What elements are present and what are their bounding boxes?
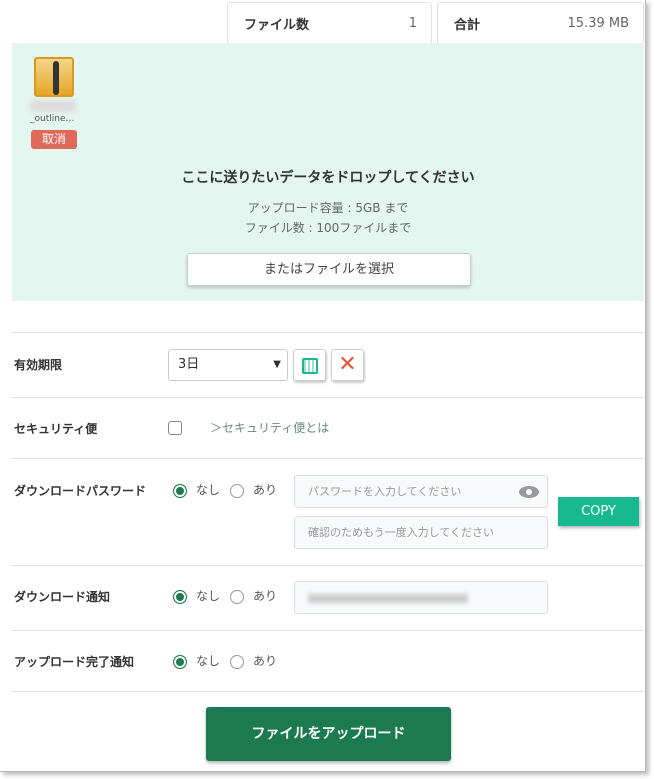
calendar-button[interactable] xyxy=(293,349,326,381)
upload-notify-none-radio[interactable] xyxy=(173,655,187,669)
total-label: 合計 xyxy=(454,18,481,33)
password-confirm-input[interactable]: 確認のためもう一度入力してください xyxy=(294,516,548,549)
divider xyxy=(12,565,644,566)
file-count-value: 1 xyxy=(408,16,417,31)
notify-email-input[interactable] xyxy=(294,581,548,614)
password-yes-radio[interactable] xyxy=(230,484,244,498)
password-yes-label: あり xyxy=(253,483,278,497)
chevron-down-icon: ▼ xyxy=(273,359,281,370)
upload-notify-none-label: なし xyxy=(196,654,221,668)
capacity-note: アップロード容量 : 5GB まで xyxy=(247,201,409,215)
upload-notify-label: アップロード完了通知 xyxy=(14,655,135,669)
upload-notify-yes-radio[interactable] xyxy=(230,655,244,669)
password-confirm-placeholder: 確認のためもう一度入力してください xyxy=(308,526,495,539)
password-label: ダウンロードパスワード xyxy=(14,484,147,498)
file-name: _outline… xyxy=(30,114,75,124)
upload-notify-yes-label: あり xyxy=(253,654,278,668)
select-file-button[interactable]: またはファイルを選択 xyxy=(187,253,471,286)
eye-icon[interactable] xyxy=(519,486,539,498)
file-count-label: ファイル数 xyxy=(244,18,310,33)
expiry-select[interactable]: 3日 ▼ xyxy=(168,349,288,381)
file-count-stat: ファイル数 1 xyxy=(227,2,432,44)
password-input[interactable]: パスワードを入力してください xyxy=(294,475,548,508)
divider xyxy=(12,630,644,631)
download-notify-none-radio[interactable] xyxy=(173,590,187,604)
calendar-icon xyxy=(301,357,318,374)
copy-button[interactable]: COPY xyxy=(558,497,639,526)
password-none-label: なし xyxy=(196,483,221,497)
divider xyxy=(12,458,644,459)
cancel-file-button[interactable]: 取消 xyxy=(31,130,77,149)
max-files-note: ファイル数 : 100ファイルまで xyxy=(244,221,412,235)
close-icon: ✕ xyxy=(338,352,357,377)
drop-title: ここに送りたいデータをドロップしてください xyxy=(181,170,475,186)
download-notify-none-label: なし xyxy=(196,589,221,603)
download-notify-yes-radio[interactable] xyxy=(230,590,244,604)
divider xyxy=(12,691,644,692)
expiry-value: 3日 xyxy=(178,357,200,372)
download-notify-yes-label: あり xyxy=(253,589,278,603)
divider xyxy=(12,397,644,398)
zip-file-icon xyxy=(34,57,74,97)
upload-button[interactable]: ファイルをアップロード xyxy=(206,707,451,761)
password-placeholder: パスワードを入力してください xyxy=(308,485,462,498)
drop-zone[interactable]: _outline… 取消 ここに送りたいデータをドロップしてください アップロー… xyxy=(12,43,644,301)
total-value: 15.39 MB xyxy=(567,16,629,31)
clear-expiry-button[interactable]: ✕ xyxy=(331,349,364,381)
password-none-radio[interactable] xyxy=(173,484,187,498)
total-size-stat: 合計 15.39 MB xyxy=(437,2,644,44)
divider xyxy=(12,332,644,333)
blurred-email xyxy=(308,593,468,603)
security-label: セキュリティ便 xyxy=(14,422,98,436)
download-notify-label: ダウンロード通知 xyxy=(14,590,111,604)
security-info-link[interactable]: ＞セキュリティ便とは xyxy=(210,419,329,436)
expiry-label: 有効期限 xyxy=(14,358,63,372)
blurred-filename xyxy=(30,100,76,112)
security-checkbox[interactable] xyxy=(168,421,182,435)
